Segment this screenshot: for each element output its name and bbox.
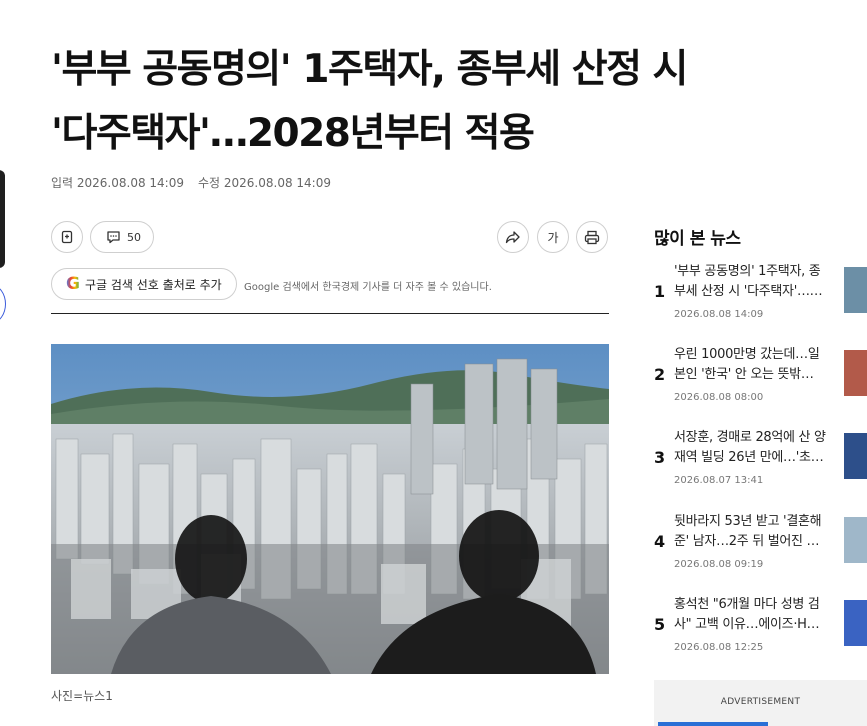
bookmark-button[interactable] bbox=[51, 221, 83, 253]
news-headline-line-1: 홍석천 "6개월 마다 성병 검 bbox=[674, 597, 820, 612]
font-size-label: 가 bbox=[547, 230, 559, 245]
bookmark-icon bbox=[61, 230, 73, 244]
news-headline[interactable]: '부부 공동명의' 1주택자, 종 부세 산정 시 '다주택자'…… bbox=[674, 262, 838, 302]
article-photo bbox=[51, 344, 609, 674]
google-preferred-source-button[interactable]: G 구글 검색 선호 출처로 추가 bbox=[51, 268, 237, 300]
comment-button[interactable]: 50 bbox=[90, 221, 154, 253]
news-date: 2026.08.07 13:41 bbox=[674, 475, 764, 486]
news-headline-line-1: 뒷바라지 53년 받고 '결혼해 bbox=[674, 514, 822, 529]
news-headline-line-2: 재역 빌딩 26년 만에…'초… bbox=[674, 450, 824, 465]
google-button-label: 구글 검색 선호 출처로 추가 bbox=[84, 277, 222, 292]
news-headline[interactable]: 서장훈, 경매로 28억에 산 양 재역 빌딩 26년 만에…'초… bbox=[674, 428, 838, 468]
comment-count: 50 bbox=[127, 230, 141, 244]
print-icon bbox=[584, 230, 600, 244]
share-icon bbox=[505, 231, 520, 244]
news-rank: 1 bbox=[654, 282, 666, 301]
article-title: '부부 공동명의' 1주택자, 종부세 산정 시 '다주택자'…2028년부터 … bbox=[51, 38, 751, 166]
news-rank: 2 bbox=[654, 365, 666, 384]
article-title-line-2: '다주택자'…2028년부터 적용 bbox=[51, 111, 535, 156]
floating-button-edge[interactable] bbox=[0, 285, 6, 323]
most-viewed-item[interactable]: 2 우린 1000만명 갔는데…일 본인 '한국' 안 오는 뜻밖… 2026.… bbox=[654, 345, 867, 415]
news-headline[interactable]: 홍석천 "6개월 마다 성병 검 사" 고백 이유…에이즈·H… bbox=[674, 595, 838, 635]
published-date: 입력 2026.08.08 14:09 bbox=[51, 176, 184, 190]
advertisement-box: ADVERTISEMENT bbox=[654, 680, 867, 726]
news-date: 2026.08.08 14:09 bbox=[674, 309, 764, 320]
news-thumbnail[interactable] bbox=[844, 517, 867, 563]
news-thumbnail[interactable] bbox=[844, 433, 867, 479]
floating-panel-edge bbox=[0, 170, 5, 268]
news-date: 2026.08.08 09:19 bbox=[674, 559, 764, 570]
news-thumbnail[interactable] bbox=[844, 600, 867, 646]
news-headline-line-1: 우린 1000만명 갔는데…일 bbox=[674, 347, 820, 362]
font-size-button[interactable]: 가 bbox=[537, 221, 569, 253]
news-thumbnail[interactable] bbox=[844, 350, 867, 396]
news-headline-line-2: 부세 산정 시 '다주택자'…… bbox=[674, 284, 823, 299]
modified-date: 수정 2026.08.08 14:09 bbox=[198, 176, 331, 190]
news-rank: 3 bbox=[654, 448, 666, 467]
news-headline-line-2: 준' 남자…2주 뒤 벌어진 … bbox=[674, 534, 820, 549]
photo-caption: 사진=뉴스1 bbox=[51, 689, 113, 703]
article-title-line-1: '부부 공동명의' 1주택자, 종부세 산정 시 bbox=[51, 47, 688, 92]
most-viewed-item[interactable]: 1 '부부 공동명의' 1주택자, 종 부세 산정 시 '다주택자'…… 202… bbox=[654, 262, 867, 332]
share-button[interactable] bbox=[497, 221, 529, 253]
news-headline-line-2: 본인 '한국' 안 오는 뜻밖… bbox=[674, 367, 814, 382]
article-dates: 입력 2026.08.08 14:09 수정 2026.08.08 14:09 bbox=[51, 174, 331, 191]
most-viewed-item[interactable]: 3 서장훈, 경매로 28억에 산 양 재역 빌딩 26년 만에…'초… 202… bbox=[654, 428, 867, 498]
most-viewed-item[interactable]: 4 뒷바라지 53년 받고 '결혼해 준' 남자…2주 뒤 벌어진 … 2026… bbox=[654, 512, 867, 582]
most-viewed-title: 많이 본 뉴스 bbox=[654, 229, 741, 249]
most-viewed-item[interactable]: 5 홍석천 "6개월 마다 성병 검 사" 고백 이유…에이즈·H… 2026.… bbox=[654, 595, 867, 665]
news-headline-line-2: 사" 고백 이유…에이즈·H… bbox=[674, 617, 820, 632]
news-date: 2026.08.08 12:25 bbox=[674, 642, 764, 653]
comment-icon bbox=[107, 231, 120, 244]
news-rank: 4 bbox=[654, 532, 666, 551]
print-button[interactable] bbox=[576, 221, 608, 253]
news-headline[interactable]: 우린 1000만명 갔는데…일 본인 '한국' 안 오는 뜻밖… bbox=[674, 345, 838, 385]
news-rank: 5 bbox=[654, 615, 666, 634]
google-logo-icon: G bbox=[66, 274, 80, 294]
news-date: 2026.08.08 08:00 bbox=[674, 392, 764, 403]
advertisement-label: ADVERTISEMENT bbox=[720, 697, 801, 707]
news-headline-line-1: '부부 공동명의' 1주택자, 종 bbox=[674, 264, 821, 279]
toolbar-divider bbox=[51, 313, 609, 314]
news-headline[interactable]: 뒷바라지 53년 받고 '결혼해 준' 남자…2주 뒤 벌어진 … bbox=[674, 512, 838, 552]
news-thumbnail[interactable] bbox=[844, 267, 867, 313]
advertisement-banner[interactable] bbox=[658, 722, 768, 726]
google-description: Google 검색에서 한국경제 기사를 더 자주 볼 수 있습니다. bbox=[244, 282, 492, 293]
news-headline-line-1: 서장훈, 경매로 28억에 산 양 bbox=[674, 430, 826, 445]
